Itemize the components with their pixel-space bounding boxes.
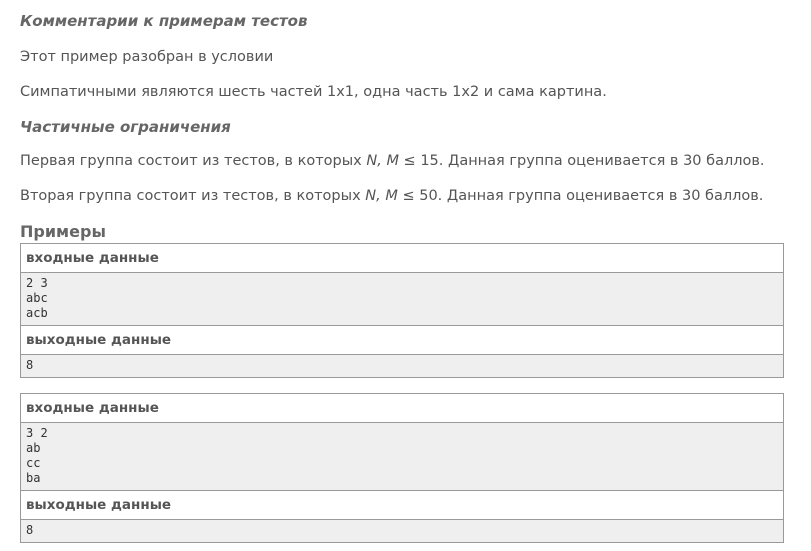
sample-test-1: входные данные 2 3 abc acb выходные данн… (20, 243, 784, 378)
sample-2-output-label: выходные данные (21, 491, 783, 519)
group-1-vars: N, M (366, 153, 399, 169)
group-1-prefix: Первая группа состоит из тестов, в котор… (20, 153, 367, 169)
group-2-suffix: ≤ 50. Данная группа оценивается в 30 бал… (397, 188, 764, 204)
group-2-vars: N, M (365, 188, 398, 204)
sample-2-input-label: входные данные (21, 394, 783, 422)
examples-title: Примеры (20, 222, 106, 241)
group-2-prefix: Вторая группа состоит из тестов, в котор… (20, 188, 366, 204)
comments-heading: Комментарии к примерам тестов (20, 12, 308, 30)
group-2-constraint: Вторая группа состоит из тестов, в котор… (20, 188, 763, 204)
sample-1-output-label: выходные данные (21, 326, 783, 354)
sample-1-output: 8 (21, 354, 783, 377)
partial-constraints-heading: Частичные ограничения (20, 118, 231, 136)
sample-test-2: входные данные 3 2 ab cc ba выходные дан… (20, 393, 784, 543)
sample-1-input-label: входные данные (21, 244, 783, 272)
sample-1-input: 2 3 abc acb (21, 272, 783, 326)
sample-2-output: 8 (21, 519, 783, 542)
group-1-constraint: Первая группа состоит из тестов, в котор… (20, 153, 765, 169)
comments-line-2: Симпатичными являются шесть частей 1x1, … (20, 84, 607, 100)
problem-statement-page: Комментарии к примерам тестов Этот приме… (0, 0, 811, 551)
sample-2-input: 3 2 ab cc ba (21, 422, 783, 491)
group-1-suffix: ≤ 15. Данная группа оценивается в 30 бал… (398, 153, 765, 169)
comments-line-1: Этот пример разобран в условии (20, 49, 274, 65)
